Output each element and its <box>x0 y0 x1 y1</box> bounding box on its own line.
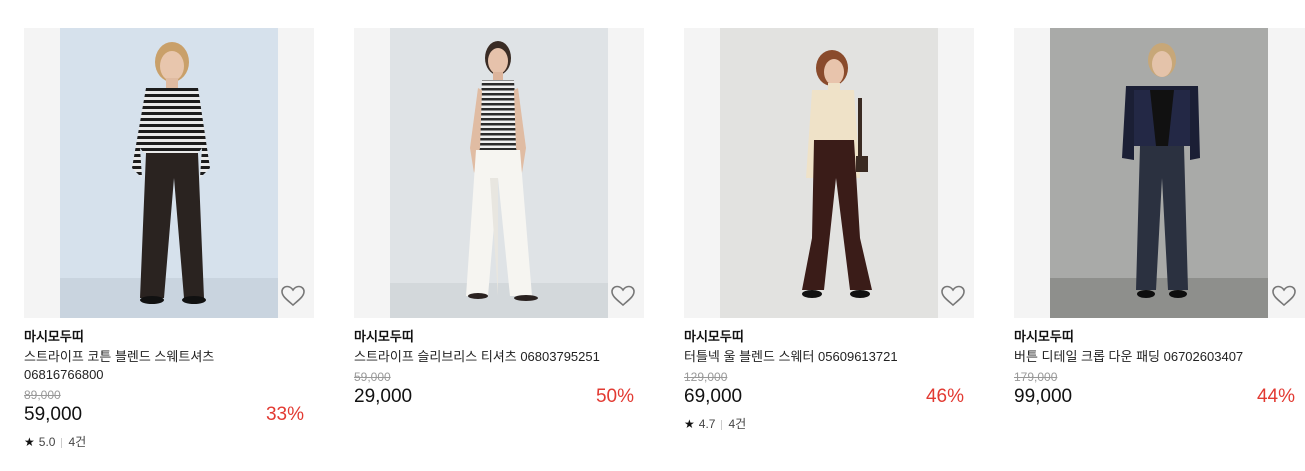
product-brand[interactable]: 마시모두띠 <box>684 328 974 345</box>
product-image[interactable] <box>720 28 938 318</box>
product-brand[interactable]: 마시모두띠 <box>24 328 314 345</box>
star-icon: ★ <box>684 417 695 431</box>
discount-rate: 46% <box>925 386 964 407</box>
product-image[interactable] <box>1050 28 1268 318</box>
product-thumbnail[interactable] <box>684 28 974 318</box>
review-count: 4건 <box>68 435 87 449</box>
discount-rate: 50% <box>595 386 634 407</box>
product-thumbnail[interactable] <box>24 28 314 318</box>
divider <box>61 437 63 448</box>
rating-summary: ★ 5.0 4건 <box>24 435 314 450</box>
discount-rate: 33% <box>265 404 304 425</box>
original-price: 89,000 <box>24 388 61 402</box>
price-row: 99,000 44% <box>1014 385 1305 409</box>
product-info: 마시모두띠 스트라이프 슬리브리스 티셔츠 06803795251 59,000… <box>354 318 644 409</box>
product-card[interactable]: 마시모두띠 스트라이프 슬리브리스 티셔츠 06803795251 59,000… <box>354 28 644 409</box>
price-row: 69,000 46% <box>684 385 974 409</box>
discount-rate: 44% <box>1256 386 1295 407</box>
product-thumbnail[interactable] <box>1014 28 1305 318</box>
original-price: 59,000 <box>354 370 391 384</box>
product-thumbnail[interactable] <box>354 28 644 318</box>
product-grid: 마시모두띠 스트라이프 코튼 블렌드 스웨트셔츠 06816766800 89,… <box>0 0 1305 471</box>
product-name[interactable]: 스트라이프 슬리브리스 티셔츠 06803795251 <box>354 348 644 366</box>
divider <box>721 419 723 430</box>
product-brand[interactable]: 마시모두띠 <box>1014 328 1305 345</box>
product-name[interactable]: 터틀넥 울 블렌드 스웨터 05609613721 <box>684 348 974 366</box>
product-info: 마시모두띠 터틀넥 울 블렌드 스웨터 05609613721 129,000 … <box>684 318 974 432</box>
rating-value: 5.0 <box>38 435 56 449</box>
product-info: 마시모두띠 버튼 디테일 크롭 다운 패딩 06702603407 179,00… <box>1014 318 1305 409</box>
product-card[interactable]: 마시모두띠 터틀넥 울 블렌드 스웨터 05609613721 129,000 … <box>684 28 974 432</box>
product-info: 마시모두띠 스트라이프 코튼 블렌드 스웨트셔츠 06816766800 89,… <box>24 318 314 450</box>
product-name[interactable]: 버튼 디테일 크롭 다운 패딩 06702603407 <box>1014 348 1304 366</box>
product-card[interactable]: 마시모두띠 스트라이프 코튼 블렌드 스웨트셔츠 06816766800 89,… <box>24 28 314 450</box>
sale-price: 29,000 <box>354 386 413 407</box>
wishlist-heart-icon[interactable] <box>610 284 636 308</box>
star-icon: ★ <box>24 435 35 449</box>
sale-price: 99,000 <box>1014 386 1073 407</box>
sale-price: 59,000 <box>24 404 83 425</box>
sale-price: 69,000 <box>684 386 743 407</box>
rating-value: 4.7 <box>698 417 716 431</box>
wishlist-heart-icon[interactable] <box>1271 284 1297 308</box>
product-card[interactable]: 마시모두띠 버튼 디테일 크롭 다운 패딩 06702603407 179,00… <box>1014 28 1305 409</box>
original-price: 179,000 <box>1014 370 1058 384</box>
review-count: 4건 <box>728 417 747 431</box>
price-row: 29,000 50% <box>354 385 644 409</box>
product-brand[interactable]: 마시모두띠 <box>354 328 644 345</box>
original-price: 129,000 <box>684 370 728 384</box>
rating-summary: ★ 4.7 4건 <box>684 417 974 432</box>
product-image[interactable] <box>390 28 608 318</box>
wishlist-heart-icon[interactable] <box>280 284 306 308</box>
product-image[interactable] <box>60 28 278 318</box>
product-name[interactable]: 스트라이프 코튼 블렌드 스웨트셔츠 06816766800 <box>24 348 224 384</box>
wishlist-heart-icon[interactable] <box>940 284 966 308</box>
price-row: 59,000 33% <box>24 403 314 427</box>
